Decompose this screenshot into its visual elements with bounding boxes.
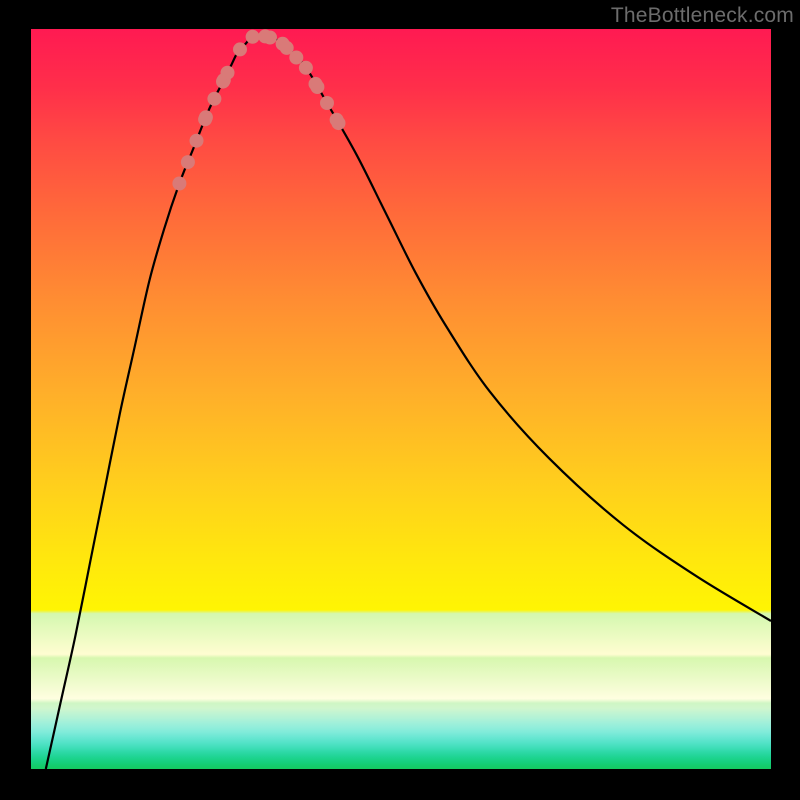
curve-marker-dot	[310, 80, 324, 94]
curve-marker-dot	[190, 134, 204, 148]
curve-marker-dot	[299, 61, 313, 75]
bottleneck-curve	[46, 36, 771, 770]
curve-layer	[31, 29, 771, 769]
curve-marker-dot	[332, 116, 346, 130]
plot-area	[31, 29, 771, 769]
curve-marker-dot	[207, 92, 221, 106]
curve-marker-dot	[246, 30, 260, 44]
curve-marker-dot	[263, 31, 277, 45]
curve-marker-dot	[181, 155, 195, 169]
curve-marker-dot	[320, 96, 334, 110]
curve-marker-dot	[289, 51, 303, 65]
curve-markers	[172, 29, 345, 190]
watermark-text: TheBottleneck.com	[611, 4, 794, 28]
curve-marker-dot	[172, 177, 186, 191]
curve-marker-dot	[233, 42, 247, 56]
curve-marker-dot	[221, 66, 235, 80]
chart-frame: TheBottleneck.com	[0, 0, 800, 800]
curve-marker-dot	[199, 110, 213, 124]
